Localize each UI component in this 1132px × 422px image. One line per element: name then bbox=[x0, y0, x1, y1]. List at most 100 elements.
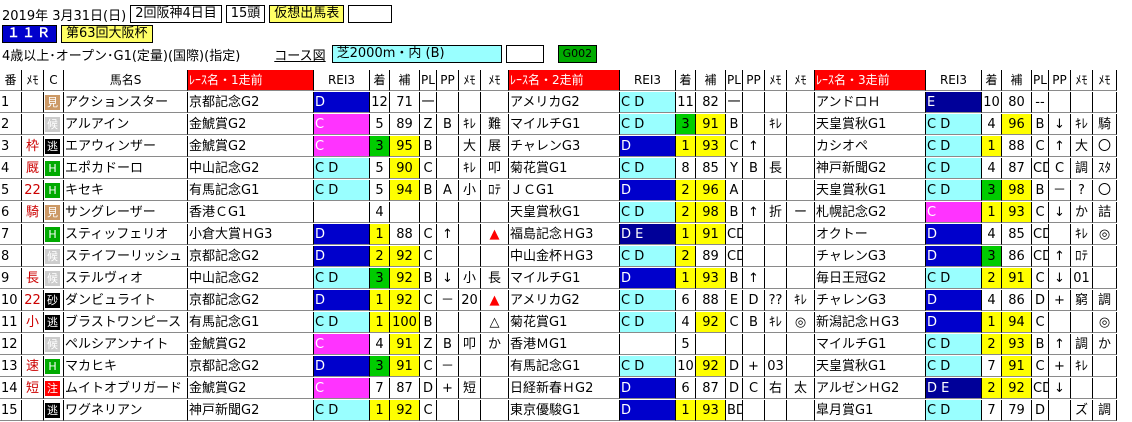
race-name[interactable]: マイルチG1 bbox=[509, 114, 620, 135]
empty-box-1[interactable] bbox=[348, 5, 393, 23]
race-name[interactable]: 菊花賞G1 bbox=[509, 158, 620, 179]
race-name[interactable]: 小倉大賞ＨG3 bbox=[188, 224, 314, 245]
horse-row[interactable]: 11 小逃ブラストワンピース 有馬記念G1 C D 1 100 B △ 菊花賞G1 C D 4 92 C… bbox=[0, 312, 1117, 334]
race-name[interactable]: 金鯱賞G2 bbox=[188, 378, 314, 399]
race-name[interactable]: 皐月賞G1 bbox=[815, 400, 926, 421]
race-name[interactable]: アメリカG2 bbox=[509, 92, 620, 113]
horse-row[interactable]: 1 見アクションスター 京都記念G2 D 12 71 一アメリカG2 C D 11 82 一アンドロ… bbox=[0, 92, 1117, 114]
race-name[interactable]: アメリカG2 bbox=[509, 290, 620, 311]
race-name[interactable]: 日経新春ＨG2 bbox=[509, 378, 620, 399]
horse-name[interactable]: ムイトオブリガード bbox=[64, 378, 188, 399]
race-name[interactable]: ＪＣG1 bbox=[509, 180, 620, 201]
race-name[interactable]: マイルチG1 bbox=[509, 268, 620, 289]
column-header[interactable]: 番 bbox=[0, 70, 22, 91]
horse-row[interactable]: 8候ステイフーリッシュ京都記念G2D292C中山金杯ＨG3C D289CDチャレ… bbox=[0, 246, 1117, 268]
column-header[interactable]: ﾒﾓ bbox=[1093, 70, 1117, 91]
horse-name[interactable]: ステイフーリッシュ bbox=[64, 246, 188, 267]
horse-name[interactable]: ブラストワンピース bbox=[64, 312, 188, 333]
column-header[interactable]: 馬名S bbox=[64, 70, 188, 91]
horse-row[interactable]: 5 22 H キセキ 有馬記念G1 C D 5 94 B A 小ﾛﾃ ＪＣG1 D 2 96 A 天皇賞秋G1 C… bbox=[0, 180, 1117, 202]
column-header[interactable]: PL bbox=[420, 70, 437, 91]
race-name[interactable]: 有馬記念G1 bbox=[509, 356, 620, 377]
race-name[interactable]: 神戸新聞G2 bbox=[188, 400, 314, 421]
horse-row[interactable]: 13 速 H マカヒキ 京都記念G2 D 3 91 C －有馬記念G1 C D 10 92 D +03 天皇賞… bbox=[0, 356, 1117, 378]
race-name[interactable]: 中山金杯ＨG3 bbox=[509, 246, 620, 267]
horse-name[interactable]: キセキ bbox=[64, 180, 188, 201]
column-header[interactable]: ﾒﾓ bbox=[22, 70, 44, 91]
column-header[interactable]: ﾒﾓ bbox=[765, 70, 787, 91]
column-header[interactable]: REI3 bbox=[314, 70, 370, 91]
race-name[interactable]: マイルチG1 bbox=[815, 334, 926, 355]
horse-name[interactable]: サングレーザー bbox=[64, 202, 188, 223]
race-name[interactable]: 神戸新聞G2 bbox=[815, 158, 926, 179]
race-name[interactable]: 菊花賞G1 bbox=[509, 312, 620, 333]
race-name[interactable]: 新潟記念ＨG3 bbox=[815, 312, 926, 333]
race-name[interactable]: オクトー bbox=[815, 224, 926, 245]
race-name[interactable]: 京都記念G2 bbox=[188, 356, 314, 377]
horse-row[interactable]: 10 22 砂ダンビュライト 京都記念G2 D 1 92 C － 20 ▲ アメリカG2 C D 6 88 E… bbox=[0, 290, 1117, 312]
column-header[interactable]: PP bbox=[743, 70, 765, 91]
column-header[interactable]: 着 bbox=[982, 70, 1002, 91]
column-header[interactable]: REI3 bbox=[620, 70, 676, 91]
race-number[interactable]: １１Ｒ bbox=[2, 25, 58, 43]
column-header[interactable]: REI3 bbox=[926, 70, 982, 91]
race-name[interactable]: 金鯱賞G2 bbox=[188, 114, 314, 135]
column-header[interactable]: 着 bbox=[370, 70, 390, 91]
horse-name[interactable]: アルアイン bbox=[64, 114, 188, 135]
race-name[interactable]: 中山記念G2 bbox=[188, 268, 314, 289]
horse-row[interactable]: 12 候ペルシアンナイト 金鯱賞G2 C 4 91 Z B 叩か香港ＭG1 5 マイルチG1 C D2… bbox=[0, 334, 1117, 356]
horse-row[interactable]: 6 騎見サングレーザー 香港ＣG1 4 天皇賞秋G1 C D 2 98 B ↑ 折ー札幌記念G2 C 1… bbox=[0, 202, 1117, 224]
horse-row[interactable]: 9 長候ステルヴィオ 中山記念G2 C D 3 92 B ↓ 小長マイルチG1 D 1 93 B ↑ 毎日王… bbox=[0, 268, 1117, 290]
empty-box-2[interactable] bbox=[505, 45, 544, 63]
race-name[interactable]: 香港ＣG1 bbox=[188, 202, 314, 223]
race-name[interactable]: 金鯱賞G2 bbox=[188, 136, 314, 157]
race-name[interactable]: 天皇賞秋G1 bbox=[815, 180, 926, 201]
race-name[interactable]: アンドロＨ bbox=[815, 92, 926, 113]
race-name[interactable]: 福島記念ＨG3 bbox=[509, 224, 620, 245]
column-header[interactable]: ﾚｰｽ名・1走前 bbox=[188, 70, 314, 91]
horse-name[interactable]: ペルシアンナイト bbox=[64, 334, 188, 355]
horse-name[interactable]: アクションスター bbox=[64, 92, 188, 113]
column-header[interactable]: ﾒﾓ bbox=[459, 70, 481, 91]
column-header[interactable]: 着 bbox=[676, 70, 696, 91]
horse-name[interactable]: エアウィンザー bbox=[64, 136, 188, 157]
race-name[interactable]: チャレンG3 bbox=[815, 290, 926, 311]
race-name[interactable]: 毎日王冠G2 bbox=[815, 268, 926, 289]
mode-label[interactable]: 仮想出馬表 bbox=[269, 5, 345, 23]
horse-row[interactable]: 4 厩 H エポカドーロ 中山記念G2 C D 5 90 C ｷﾚ叩菊花賞G1 C D 8 85 Y B 長神… bbox=[0, 158, 1117, 180]
column-header[interactable]: ﾚｰｽ名・3走前 bbox=[815, 70, 926, 91]
course-map-link[interactable]: コース図 bbox=[274, 45, 325, 64]
horse-row[interactable]: 7Hスティッフェリオ小倉大賞ＨG3D188C↑▲福島記念ＨG3D E191CDオ… bbox=[0, 224, 1117, 246]
column-header[interactable]: ﾚｰｽ名・2走前 bbox=[509, 70, 620, 91]
race-name[interactable]: 天皇賞秋G1 bbox=[815, 114, 926, 135]
horse-name[interactable]: ダンビュライト bbox=[64, 290, 188, 311]
column-header[interactable]: PL bbox=[1032, 70, 1049, 91]
column-header[interactable]: 補 bbox=[390, 70, 420, 91]
horse-name[interactable]: マカヒキ bbox=[64, 356, 188, 377]
race-name[interactable]: 中山記念G2 bbox=[188, 158, 314, 179]
race-name[interactable]: 京都記念G2 bbox=[188, 290, 314, 311]
race-name[interactable]: チャレンG3 bbox=[815, 246, 926, 267]
race-name[interactable]: 有馬記念G1 bbox=[188, 180, 314, 201]
horse-row[interactable]: 15逃ワグネリアン神戸新聞G2C D192C東京優駿G1D193BD皐月賞G1C… bbox=[0, 400, 1117, 422]
race-name[interactable]: 天皇賞秋G1 bbox=[815, 356, 926, 377]
horse-row[interactable]: 3 枠逃エアウィンザー 金鯱賞G2 C 3 95 B 大展チャレンG3 D 1 93 C ↑ カシオペ C … bbox=[0, 136, 1117, 158]
race-name[interactable]: 有馬記念G1 bbox=[188, 312, 314, 333]
column-header[interactable]: ﾒﾓ bbox=[787, 70, 815, 91]
race-name[interactable]: 天皇賞秋G1 bbox=[509, 202, 620, 223]
race-name[interactable]: 東京優駿G1 bbox=[509, 400, 620, 421]
column-header[interactable]: C bbox=[44, 70, 64, 91]
column-header[interactable]: PP bbox=[1049, 70, 1071, 91]
column-header[interactable]: ﾒﾓ bbox=[1071, 70, 1093, 91]
horse-name[interactable]: ステルヴィオ bbox=[64, 268, 188, 289]
race-name[interactable]: 札幌記念G2 bbox=[815, 202, 926, 223]
race-name[interactable]: 京都記念G2 bbox=[188, 92, 314, 113]
race-name[interactable]: アルゼンＨG2 bbox=[815, 378, 926, 399]
horse-name[interactable]: スティッフェリオ bbox=[64, 224, 188, 245]
race-name[interactable]: 京都記念G2 bbox=[188, 246, 314, 267]
horse-name[interactable]: エポカドーロ bbox=[64, 158, 188, 179]
race-name[interactable]: チャレンG3 bbox=[509, 136, 620, 157]
column-header[interactable]: PP bbox=[437, 70, 459, 91]
horse-row[interactable]: 14 短注ムイトオブリガード 金鯱賞G2 C 7 87 D + 短日経新春ＨG2 D 6 87 D C 右太… bbox=[0, 378, 1117, 400]
column-header[interactable]: 補 bbox=[1002, 70, 1032, 91]
